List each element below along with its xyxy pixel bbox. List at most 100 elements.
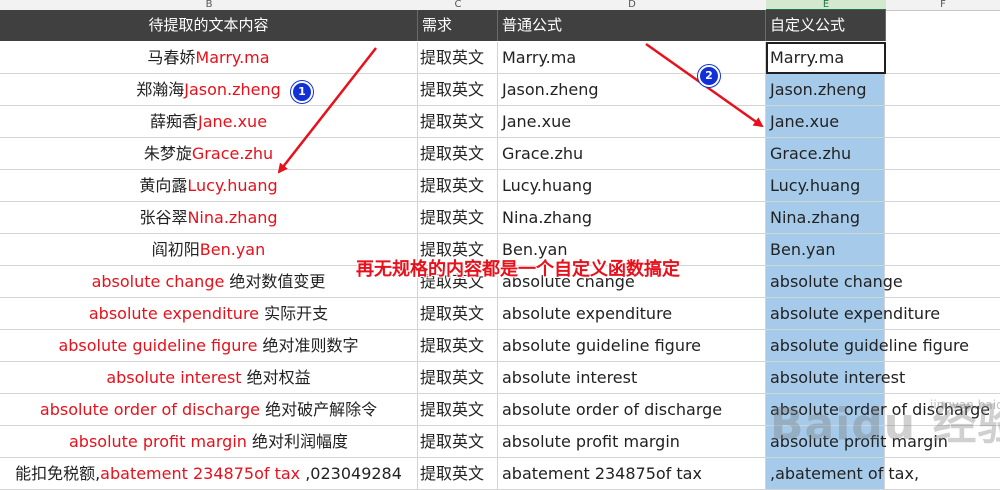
cell-empty[interactable]: [885, 42, 1000, 74]
cell-need[interactable]: 提取英文: [418, 106, 498, 138]
cell-normal-formula[interactable]: Jane.xue: [498, 106, 766, 138]
cell-normal-formula[interactable]: absolute change: [498, 266, 766, 298]
cell-custom-formula[interactable]: Jason.zheng: [766, 74, 885, 106]
cell-need[interactable]: 提取英文: [418, 458, 498, 490]
cell-normal-formula[interactable]: abatement 234875of tax: [498, 458, 766, 490]
cell-custom-formula[interactable]: absolute expenditure: [766, 298, 940, 330]
cell-need[interactable]: 提取英文: [418, 394, 498, 426]
cell-custom-formula[interactable]: ,abatement of tax,: [766, 458, 919, 490]
source-text-english: abatement 234875of tax: [100, 464, 301, 483]
cell-need[interactable]: 提取英文: [418, 234, 498, 266]
cell-empty[interactable]: [885, 362, 1000, 394]
table-row: 张谷翠Nina.zhang 提取英文 Nina.zhang Nina.zhang: [0, 202, 1000, 234]
cell-normal-formula[interactable]: absolute interest: [498, 362, 766, 394]
table-row: 马春娇Marry.ma 提取英文 Marry.ma Marry.ma: [0, 42, 1000, 74]
cell-empty[interactable]: [885, 458, 1000, 490]
source-text-english: absolute change: [91, 272, 225, 291]
source-text-suffix: 绝对破产解除令: [260, 400, 378, 419]
source-text-chinese: 张谷翠: [139, 208, 188, 227]
cell-source-text[interactable]: 能扣免税额,abatement 234875of tax ,023049284: [0, 458, 418, 490]
cell-source-text[interactable]: absolute guideline figure 绝对准则数字: [0, 330, 418, 362]
cell-normal-formula[interactable]: Ben.yan: [498, 234, 766, 266]
cell-need[interactable]: 提取英文: [418, 426, 498, 458]
cell-empty[interactable]: [885, 266, 1000, 298]
cell-source-text[interactable]: 郑瀚海Jason.zheng: [0, 74, 418, 106]
source-text-chinese: 能扣免税额,: [15, 464, 101, 483]
cell-empty[interactable]: [885, 234, 1000, 266]
cell-source-text[interactable]: absolute order of discharge 绝对破产解除令: [0, 394, 418, 426]
table-row: absolute profit margin 绝对利润幅度 提取英文 absolut…: [0, 426, 1000, 458]
source-text-english: Jason.zheng: [184, 80, 281, 99]
header-cell-normal-formula[interactable]: 普通公式: [498, 10, 766, 41]
cell-source-text[interactable]: 薛痴香Jane.xue: [0, 106, 418, 138]
cell-custom-formula[interactable]: absolute change: [766, 266, 903, 298]
cell-need[interactable]: 提取英文: [418, 42, 498, 74]
table-row: absolute expenditure 实际开支 提取英文 absolute ex…: [0, 298, 1000, 330]
cell-normal-formula[interactable]: absolute order of discharge: [498, 394, 766, 426]
cell-empty[interactable]: [885, 394, 1000, 426]
cell-custom-formula[interactable]: absolute profit margin: [766, 426, 948, 458]
source-text-chinese: 郑瀚海: [136, 80, 185, 99]
cell-need[interactable]: 提取英文: [418, 330, 498, 362]
cell-normal-formula[interactable]: absolute guideline figure: [498, 330, 766, 362]
cell-normal-formula[interactable]: Jason.zheng: [498, 74, 766, 106]
cell-empty[interactable]: [885, 330, 1000, 362]
cell-empty[interactable]: [885, 298, 1000, 330]
cell-normal-formula[interactable]: absolute profit margin: [498, 426, 766, 458]
cell-normal-formula[interactable]: Nina.zhang: [498, 202, 766, 234]
cell-custom-formula[interactable]: absolute interest: [766, 362, 905, 394]
cell-need[interactable]: 提取英文: [418, 362, 498, 394]
table-row: 郑瀚海Jason.zheng 提取英文 Jason.zheng Jason.zheng: [0, 74, 1000, 106]
cell-source-text[interactable]: 张谷翠Nina.zhang: [0, 202, 418, 234]
cell-source-text[interactable]: 阎初阳Ben.yan: [0, 234, 418, 266]
cell-normal-formula[interactable]: Grace.zhu: [498, 138, 766, 170]
cell-normal-formula[interactable]: absolute expenditure: [498, 298, 766, 330]
cell-empty[interactable]: [885, 426, 1000, 458]
source-text-english: absolute guideline figure: [58, 336, 258, 355]
cell-need[interactable]: 提取英文: [418, 74, 498, 106]
source-text-chinese: 马春娇: [147, 48, 196, 67]
cell-custom-formula[interactable]: Lucy.huang: [766, 170, 885, 202]
cell-normal-formula[interactable]: Marry.ma: [498, 42, 766, 74]
cell-empty[interactable]: [885, 106, 1000, 138]
cell-need[interactable]: 提取英文: [418, 170, 498, 202]
cell-source-text[interactable]: absolute profit margin 绝对利润幅度: [0, 426, 418, 458]
cell-normal-formula[interactable]: Lucy.huang: [498, 170, 766, 202]
cell-custom-formula[interactable]: absolute order of discharge: [766, 394, 990, 426]
cell-source-text[interactable]: 朱梦旋Grace.zhu: [0, 138, 418, 170]
cell-source-text[interactable]: absolute interest 绝对权益: [0, 362, 418, 394]
source-text-english: absolute interest: [106, 368, 242, 387]
table-row: 黄向露Lucy.huang 提取英文 Lucy.huang Lucy.huang: [0, 170, 1000, 202]
cell-empty[interactable]: [885, 170, 1000, 202]
cell-empty[interactable]: [885, 202, 1000, 234]
header-cell-custom-formula[interactable]: 自定义公式: [766, 10, 886, 41]
source-text-english: Nina.zhang: [187, 208, 278, 227]
cell-need[interactable]: 提取英文: [418, 266, 498, 298]
column-header-f[interactable]: F: [886, 0, 1000, 11]
cell-source-text[interactable]: 黄向露Lucy.huang: [0, 170, 418, 202]
cell-custom-formula[interactable]: Jane.xue: [766, 106, 885, 138]
cell-custom-formula[interactable]: Grace.zhu: [766, 138, 885, 170]
header-cell-text[interactable]: 待提取的文本内容: [0, 10, 418, 41]
source-text-suffix: 绝对数值变更: [224, 272, 326, 291]
spreadsheet: B C D E F 待提取的文本内容 需求 普通公式 自定义公式 马春娇Marr…: [0, 0, 1000, 490]
source-text-english: absolute profit margin: [68, 432, 247, 451]
cell-need[interactable]: 提取英文: [418, 298, 498, 330]
cell-source-text[interactable]: absolute change 绝对数值变更: [0, 266, 418, 298]
cell-empty[interactable]: [885, 138, 1000, 170]
source-text-suffix: ,023049284: [300, 464, 402, 483]
cell-custom-formula[interactable]: Ben.yan: [766, 234, 885, 266]
table-row: absolute change 绝对数值变更 提取英文 absolute chang…: [0, 266, 1000, 298]
cell-empty[interactable]: [885, 74, 1000, 106]
header-cell-need[interactable]: 需求: [418, 10, 498, 41]
cell-source-text[interactable]: 马春娇Marry.ma: [0, 42, 418, 74]
cell-custom-formula[interactable]: Nina.zhang: [766, 202, 885, 234]
source-text-suffix: 绝对权益: [241, 368, 311, 387]
cell-need[interactable]: 提取英文: [418, 202, 498, 234]
cell-custom-formula[interactable]: Marry.ma: [766, 42, 885, 74]
table-row: absolute order of discharge 绝对破产解除令 提取英文 a…: [0, 394, 1000, 426]
cell-need[interactable]: 提取英文: [418, 138, 498, 170]
cell-custom-formula[interactable]: absolute guideline figure: [766, 330, 969, 362]
source-text-english: absolute expenditure: [88, 304, 260, 323]
cell-source-text[interactable]: absolute expenditure 实际开支: [0, 298, 418, 330]
